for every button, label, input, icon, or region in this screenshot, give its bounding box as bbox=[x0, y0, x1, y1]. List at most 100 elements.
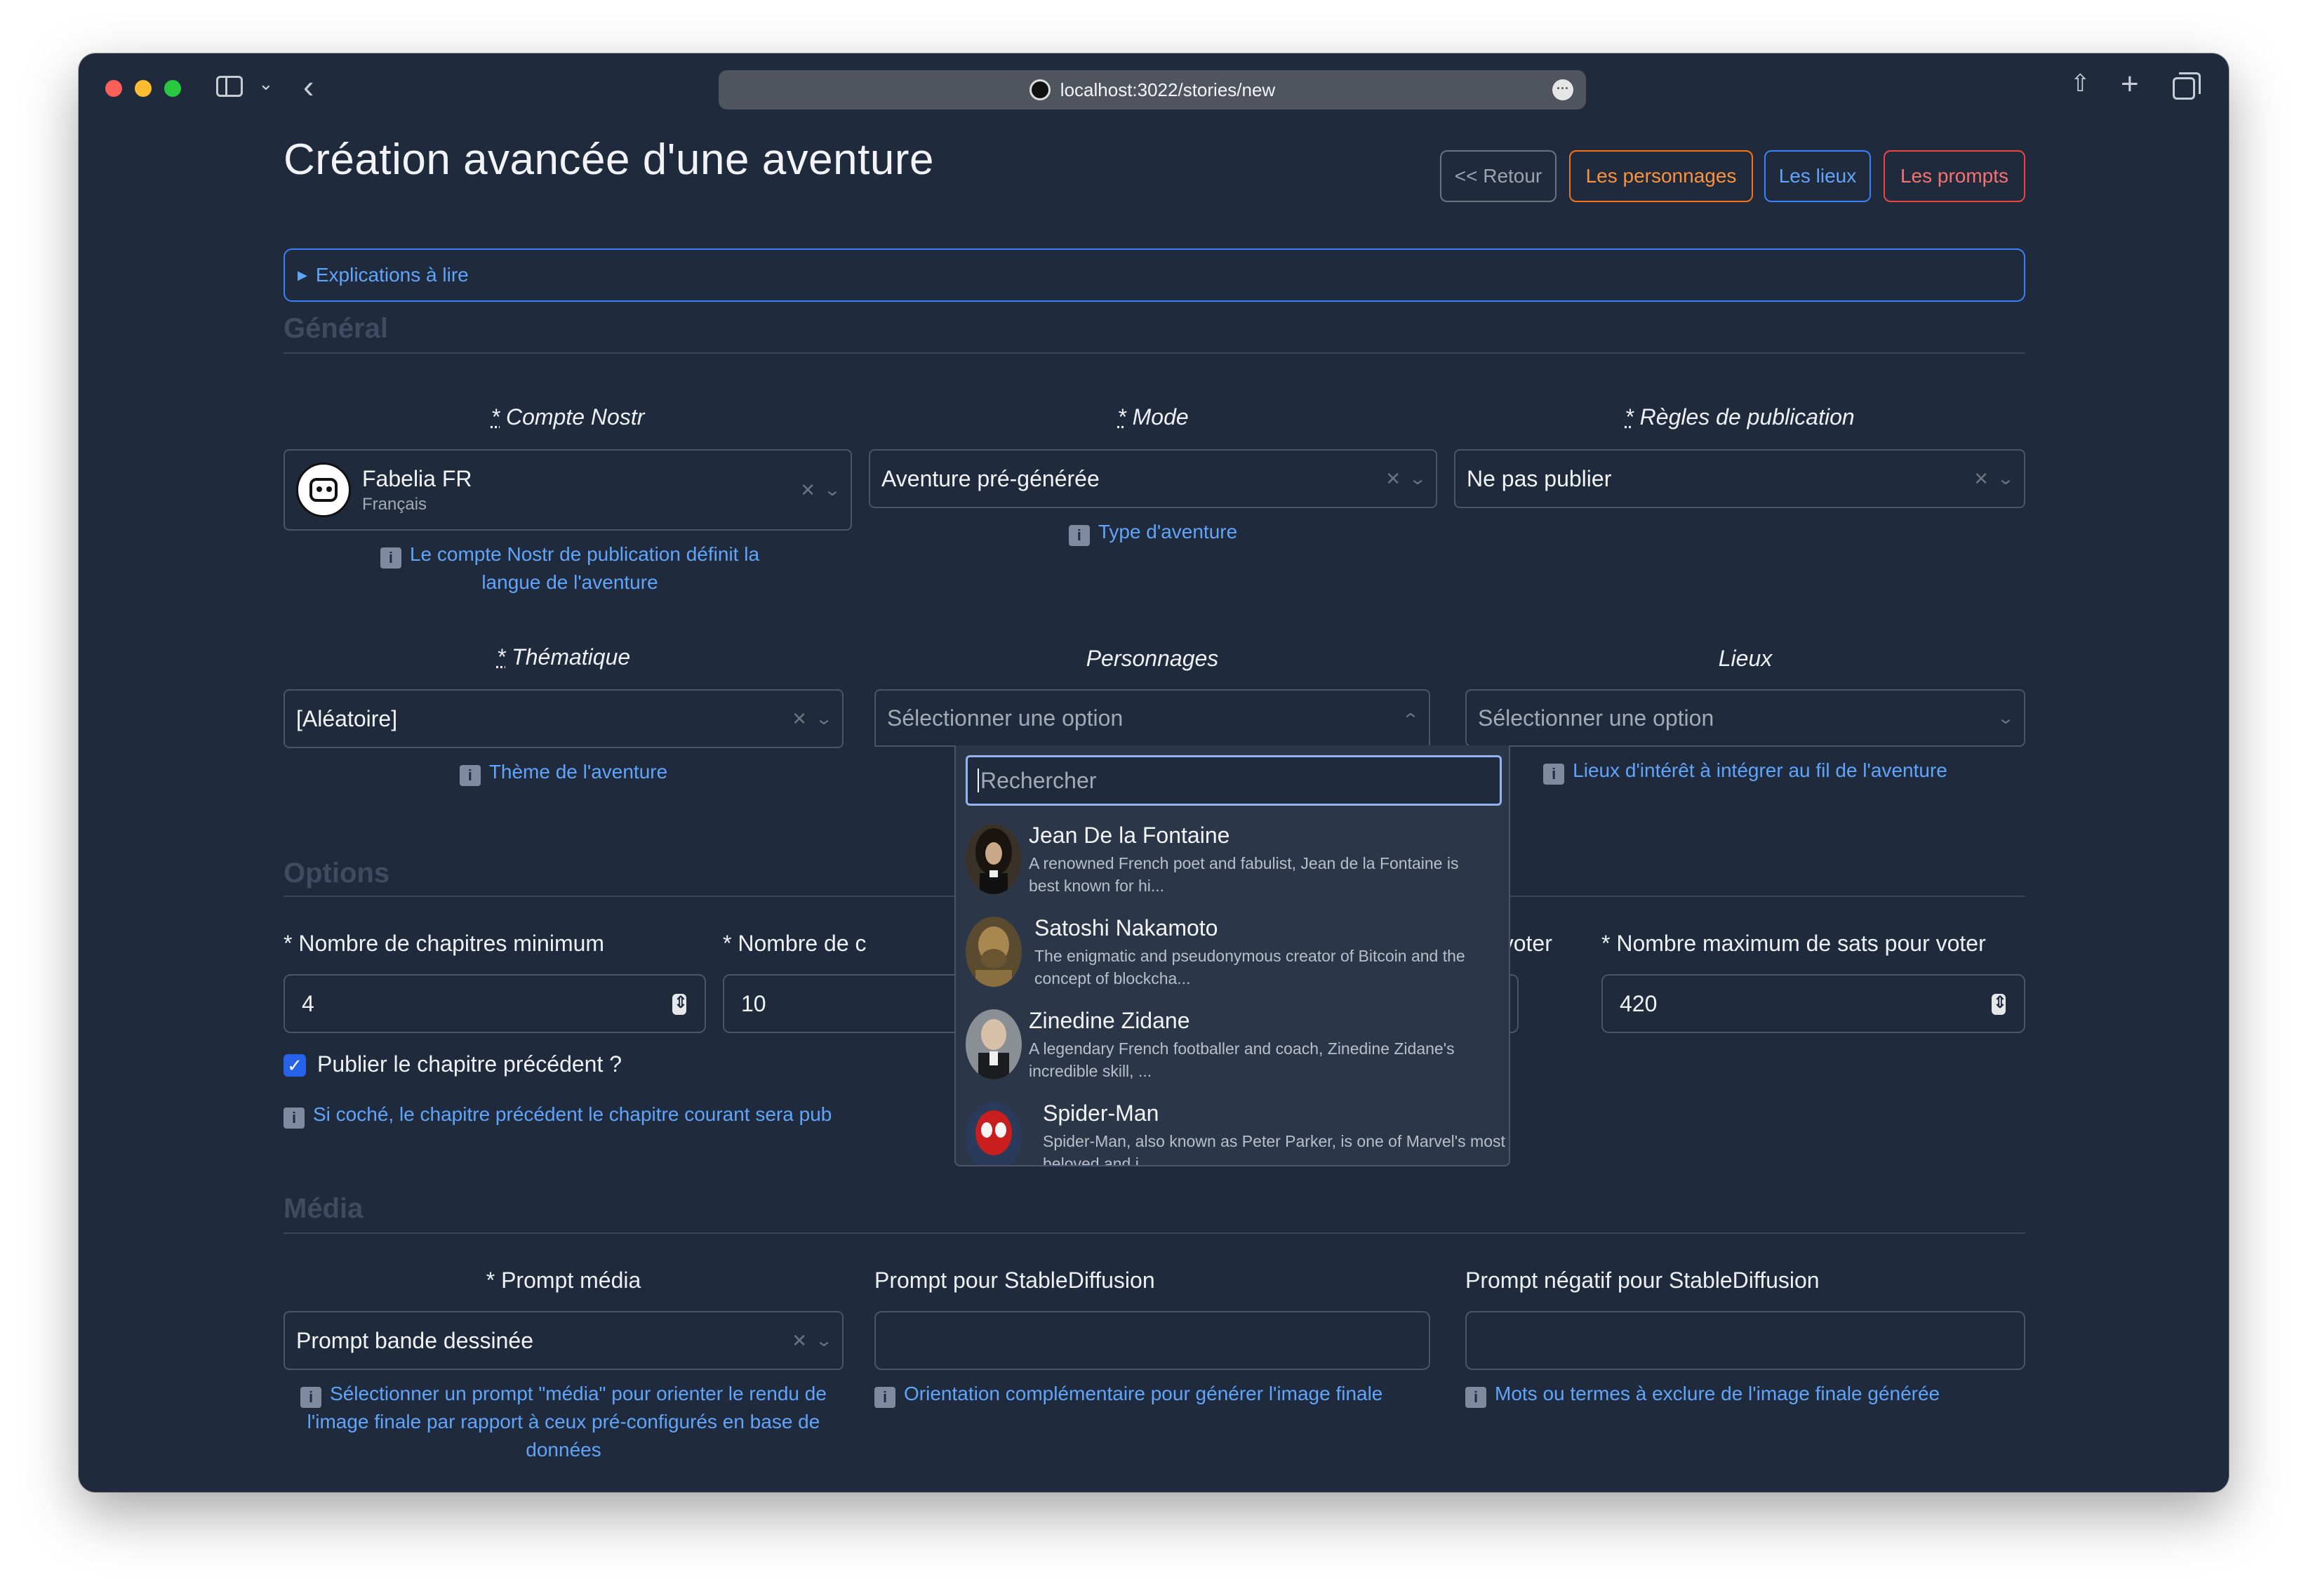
personnages-dropdown: Rechercher Jean De la Fontaine A renowne… bbox=[954, 745, 1510, 1166]
retour-button[interactable]: << Retour bbox=[1440, 150, 1557, 202]
clear-icon[interactable]: ✕ bbox=[800, 479, 815, 501]
share-icon[interactable]: ⇧ bbox=[2070, 72, 2091, 95]
max-sats-input[interactable]: 420 bbox=[1601, 974, 2025, 1033]
explanations-toggle[interactable]: ▶ Explications à lire bbox=[284, 248, 2025, 302]
info-icon: i bbox=[874, 1387, 895, 1408]
prompt-sd-input[interactable] bbox=[874, 1311, 1430, 1370]
personnages-button[interactable]: Les personnages bbox=[1569, 150, 1753, 202]
info-icon: i bbox=[380, 547, 401, 568]
zoom-window-button[interactable] bbox=[164, 80, 181, 97]
thematique-select[interactable]: [Aléatoire] ✕ ⌄ bbox=[284, 689, 844, 748]
section-divider bbox=[284, 352, 2025, 354]
section-general-title: Général bbox=[284, 313, 388, 344]
browser-toolbar: ⌄ ‹ localhost:3022/stories/new ··· ⇧ + bbox=[79, 53, 2229, 124]
address-bar[interactable]: localhost:3022/stories/new ··· bbox=[719, 70, 1586, 109]
portrait-avatar-icon bbox=[966, 1009, 1022, 1079]
max-chapitres-value: 10 bbox=[741, 990, 766, 1016]
publier-precedent-checkbox[interactable]: ✓ bbox=[284, 1054, 306, 1077]
more-options-icon[interactable]: ··· bbox=[1552, 79, 1573, 100]
personnages-search-input[interactable]: Rechercher bbox=[966, 755, 1502, 806]
regles-label: * Règles de publication bbox=[1625, 404, 1855, 430]
publier-precedent-help: i Si coché, le chapitre précédent le chap… bbox=[284, 1100, 950, 1129]
prompt-neg-input[interactable] bbox=[1465, 1311, 2025, 1370]
portrait-avatar-icon bbox=[966, 824, 1022, 894]
thematique-value: [Aléatoire] bbox=[296, 705, 398, 731]
sidebar-toggle-icon[interactable] bbox=[216, 76, 243, 97]
chevron-down-icon[interactable]: ⌄ bbox=[1408, 469, 1427, 489]
prompt-media-select[interactable]: Prompt bande dessinée ✕ ⌄ bbox=[284, 1311, 844, 1370]
site-favicon-icon bbox=[1029, 79, 1051, 100]
option-jean-de-la-fontaine[interactable]: Jean De la Fontaine A renowned French po… bbox=[956, 816, 1509, 908]
publier-precedent-label: Publier le chapitre précédent ? bbox=[317, 1051, 622, 1077]
portrait-avatar-icon bbox=[966, 917, 1022, 987]
close-window-button[interactable] bbox=[105, 80, 122, 97]
lieux-label: Lieux bbox=[1718, 646, 1773, 671]
robot-avatar-icon bbox=[296, 463, 351, 517]
prompt-media-value: Prompt bande dessinée bbox=[296, 1327, 533, 1353]
search-placeholder: Rechercher bbox=[980, 767, 1097, 793]
mode-value: Aventure pré-générée bbox=[881, 465, 1100, 491]
thematique-help: i Thème de l'aventure bbox=[284, 758, 844, 786]
prompt-sd-label: Prompt pour StableDiffusion bbox=[874, 1268, 1155, 1293]
chevron-down-icon[interactable]: ⌄ bbox=[815, 1331, 833, 1351]
compte-nostr-help: i Le compte Nostr de publication définit … bbox=[373, 540, 766, 597]
lieux-help: i Lieux d'intérêt à intégrer au fil de l'… bbox=[1465, 757, 2025, 785]
chevron-up-icon[interactable]: ⌄ bbox=[1401, 708, 1420, 729]
option-name: Spider-Man bbox=[1043, 1100, 1159, 1126]
new-tab-icon[interactable]: + bbox=[2121, 69, 2139, 100]
page-content: Création avancée d'une aventure << Retou… bbox=[79, 124, 2229, 1492]
lieux-select[interactable]: Sélectionner une option ⌄ bbox=[1465, 689, 2025, 747]
max-chapitres-input[interactable]: 10 bbox=[723, 974, 961, 1033]
chevron-down-icon[interactable]: ⌄ bbox=[1997, 469, 2015, 489]
regles-value: Ne pas publier bbox=[1467, 465, 1612, 491]
back-arrow-icon[interactable]: ‹ bbox=[303, 70, 314, 102]
number-spinner-icon[interactable] bbox=[672, 992, 688, 1015]
clear-icon[interactable]: ✕ bbox=[792, 708, 807, 730]
chevron-down-icon[interactable]: ⌄ bbox=[1997, 708, 2015, 729]
option-satoshi-nakamoto[interactable]: Satoshi Nakamoto The enigmatic and pseud… bbox=[956, 908, 1509, 1001]
prompt-media-label: * Prompt média bbox=[486, 1268, 641, 1293]
number-spinner-icon[interactable] bbox=[1992, 992, 2007, 1015]
clear-icon[interactable]: ✕ bbox=[792, 1330, 807, 1352]
compte-nostr-label: * Compte Nostr bbox=[491, 404, 645, 430]
info-icon: i bbox=[284, 1108, 305, 1129]
prompt-neg-help: i Mots ou termes à exclure de l'image fin… bbox=[1465, 1380, 1940, 1408]
explanations-label: Explications à lire bbox=[315, 264, 469, 286]
max-sats-value: 420 bbox=[1620, 990, 1658, 1016]
disclosure-triangle-icon: ▶ bbox=[298, 267, 307, 282]
personnages-label: Personnages bbox=[1086, 646, 1219, 671]
regles-select[interactable]: Ne pas publier ✕ ⌄ bbox=[1454, 449, 2025, 508]
option-name: Zinedine Zidane bbox=[1029, 1008, 1190, 1033]
clear-icon[interactable]: ✕ bbox=[1385, 468, 1401, 490]
section-divider bbox=[284, 1232, 2025, 1234]
option-name: Satoshi Nakamoto bbox=[1034, 915, 1218, 940]
option-name: Jean De la Fontaine bbox=[1029, 823, 1230, 848]
mode-help: i Type d'aventure bbox=[869, 518, 1437, 546]
chevron-down-icon[interactable]: ⌄ bbox=[815, 709, 833, 729]
compte-nostr-select[interactable]: Fabelia FR Français ✕ ⌄ bbox=[284, 449, 852, 531]
prompt-sd-help: i Orientation complémentaire pour générer… bbox=[874, 1380, 1382, 1408]
min-chapitres-input[interactable]: 4 bbox=[284, 974, 706, 1033]
chevron-down-icon[interactable]: ⌄ bbox=[258, 74, 274, 93]
tab-overview-icon[interactable] bbox=[2173, 72, 2201, 100]
prompt-media-help: i Sélectionner un prompt "média" pour ori… bbox=[284, 1380, 844, 1464]
personnages-select[interactable]: Sélectionner une option ⌄ bbox=[874, 689, 1430, 747]
max-chapitres-label: * Nombre de c bbox=[723, 931, 867, 956]
info-icon: i bbox=[300, 1387, 322, 1408]
clear-icon[interactable]: ✕ bbox=[1973, 468, 1989, 490]
prompt-neg-label: Prompt négatif pour StableDiffusion bbox=[1465, 1268, 1820, 1293]
chevron-down-icon[interactable]: ⌄ bbox=[823, 480, 841, 500]
info-icon: i bbox=[1068, 525, 1090, 546]
lieux-button[interactable]: Les lieux bbox=[1764, 150, 1871, 202]
min-chapitres-label: * Nombre de chapitres minimum bbox=[284, 931, 605, 956]
option-zinedine-zidane[interactable]: Zinedine Zidane A legendary French footb… bbox=[956, 1001, 1509, 1093]
option-spider-man[interactable]: Spider-Man Spider-Man, also known as Pet… bbox=[956, 1093, 1509, 1165]
option-desc: The enigmatic and pseudonymous creator o… bbox=[1034, 947, 1465, 987]
option-desc: A legendary French footballer and coach,… bbox=[1029, 1039, 1455, 1080]
lieux-placeholder: Sélectionner une option bbox=[1478, 705, 1714, 731]
mode-select[interactable]: Aventure pré-générée ✕ ⌄ bbox=[869, 449, 1437, 508]
portrait-avatar-icon bbox=[966, 1102, 1022, 1165]
minimize-window-button[interactable] bbox=[135, 80, 152, 97]
info-icon: i bbox=[459, 765, 481, 786]
prompts-button[interactable]: Les prompts bbox=[1884, 150, 2025, 202]
